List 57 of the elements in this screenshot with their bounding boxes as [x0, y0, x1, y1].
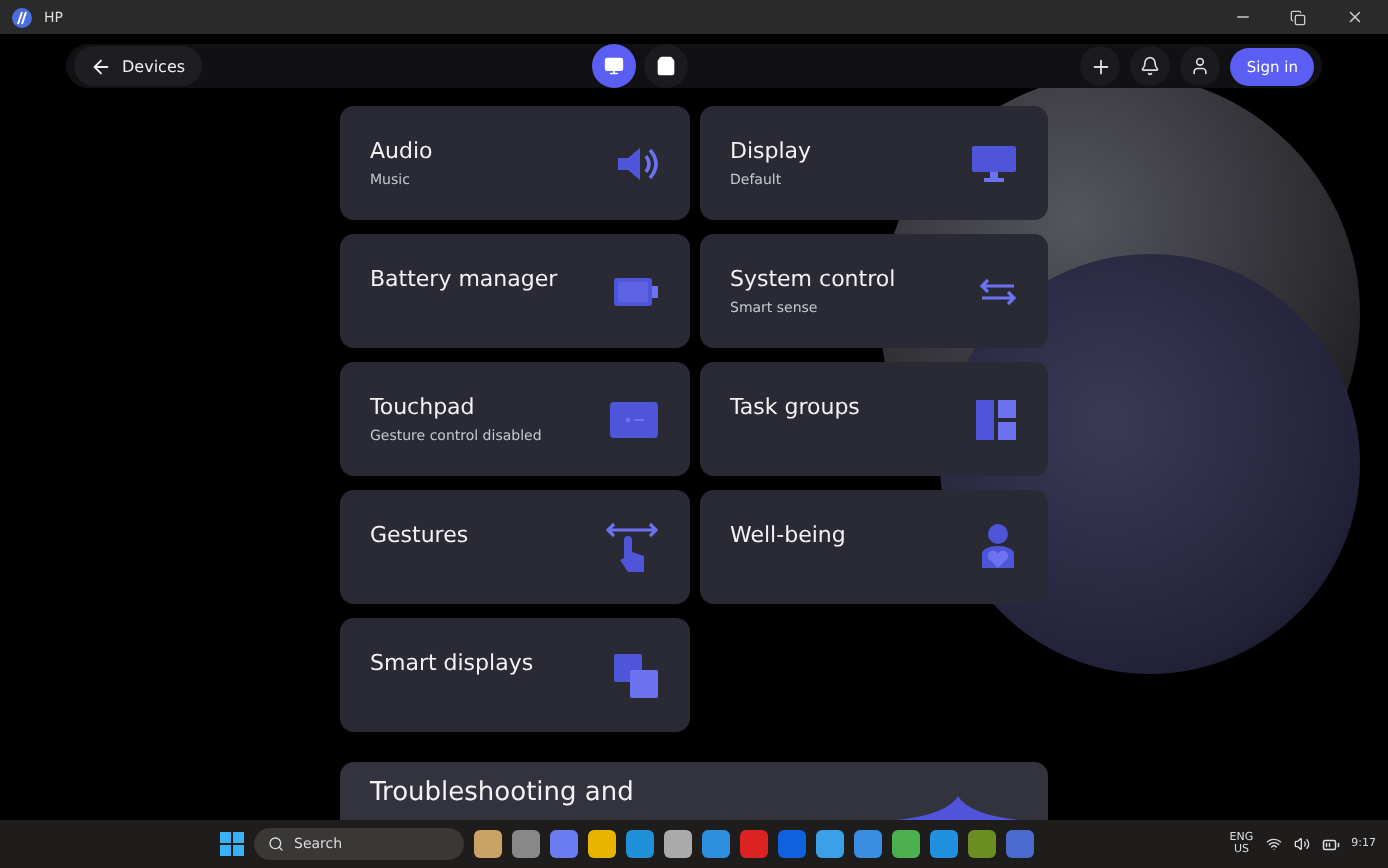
settings-card[interactable]: Well-being: [700, 490, 1048, 604]
settings-card[interactable]: Gestures: [340, 490, 690, 604]
card-title: Touchpad: [370, 394, 477, 420]
card-title: Gestures: [370, 522, 469, 548]
troubleshooting-card[interactable]: Troubleshooting and: [340, 762, 1048, 820]
taskbar-app-icon[interactable]: [474, 830, 502, 858]
logo-icon: [12, 7, 32, 27]
speaker-icon: [614, 145, 658, 181]
panels-icon: [976, 399, 1016, 439]
notifications-button[interactable]: [1130, 46, 1171, 86]
taskbar-app-icon[interactable]: [930, 830, 958, 858]
card-title: Task groups: [730, 394, 860, 420]
battery-icon: [1321, 835, 1340, 853]
taskbar-app-icon[interactable]: [702, 830, 730, 858]
taskbar-app-icon[interactable]: [550, 830, 578, 858]
account-button[interactable]: [1180, 46, 1221, 86]
screens-icon: [614, 653, 658, 697]
card-title: Battery manager: [370, 266, 558, 292]
store-view-button[interactable]: [644, 44, 689, 88]
hand-swipe-icon: [606, 519, 658, 575]
taskbar-app-icon[interactable]: [892, 830, 920, 858]
touchpad-icon: [610, 401, 658, 437]
card-title: Display: [730, 138, 812, 164]
taskbar-app-icon[interactable]: [664, 830, 692, 858]
volume-icon: [1293, 836, 1310, 852]
add-button[interactable]: [1080, 46, 1121, 86]
mountain-icon: [898, 796, 1018, 820]
card-title: Troubleshooting and: [370, 778, 634, 808]
settings-card[interactable]: Task groups: [700, 362, 1048, 476]
back-button[interactable]: Devices: [74, 46, 202, 86]
card-title: Well-being: [730, 522, 846, 548]
settings-card[interactable]: Battery manager: [340, 234, 690, 348]
wifi-icon: [1265, 836, 1282, 852]
search-icon: [268, 836, 284, 852]
taskbar-app-icon[interactable]: [968, 830, 996, 858]
monitor-icon: [972, 145, 1016, 181]
taskbar-app-icon[interactable]: [512, 830, 540, 858]
taskbar-app-icon[interactable]: [854, 830, 882, 858]
settings-card[interactable]: Smart displays: [340, 618, 690, 732]
card-title: Audio: [370, 138, 433, 164]
card-title: Smart displays: [370, 650, 534, 676]
arrows-icon: [980, 277, 1016, 305]
taskbar-app-icon[interactable]: [626, 830, 654, 858]
close-icon: [1345, 8, 1363, 26]
back-arrow-icon: [90, 55, 112, 77]
device-view-button[interactable]: [592, 44, 637, 88]
battery-icon: [614, 277, 658, 305]
start-icon[interactable]: [220, 832, 244, 856]
taskbar-app-icon[interactable]: [588, 830, 616, 858]
user-icon: [1190, 56, 1211, 76]
card-title: System control: [730, 266, 896, 292]
monitor-icon: [604, 56, 625, 76]
taskbar-app-icon[interactable]: [816, 830, 844, 858]
person-heart-icon: [980, 523, 1016, 571]
bell-icon: [1140, 56, 1161, 76]
plus-icon: [1089, 55, 1112, 77]
restore-icon: [1290, 9, 1306, 25]
